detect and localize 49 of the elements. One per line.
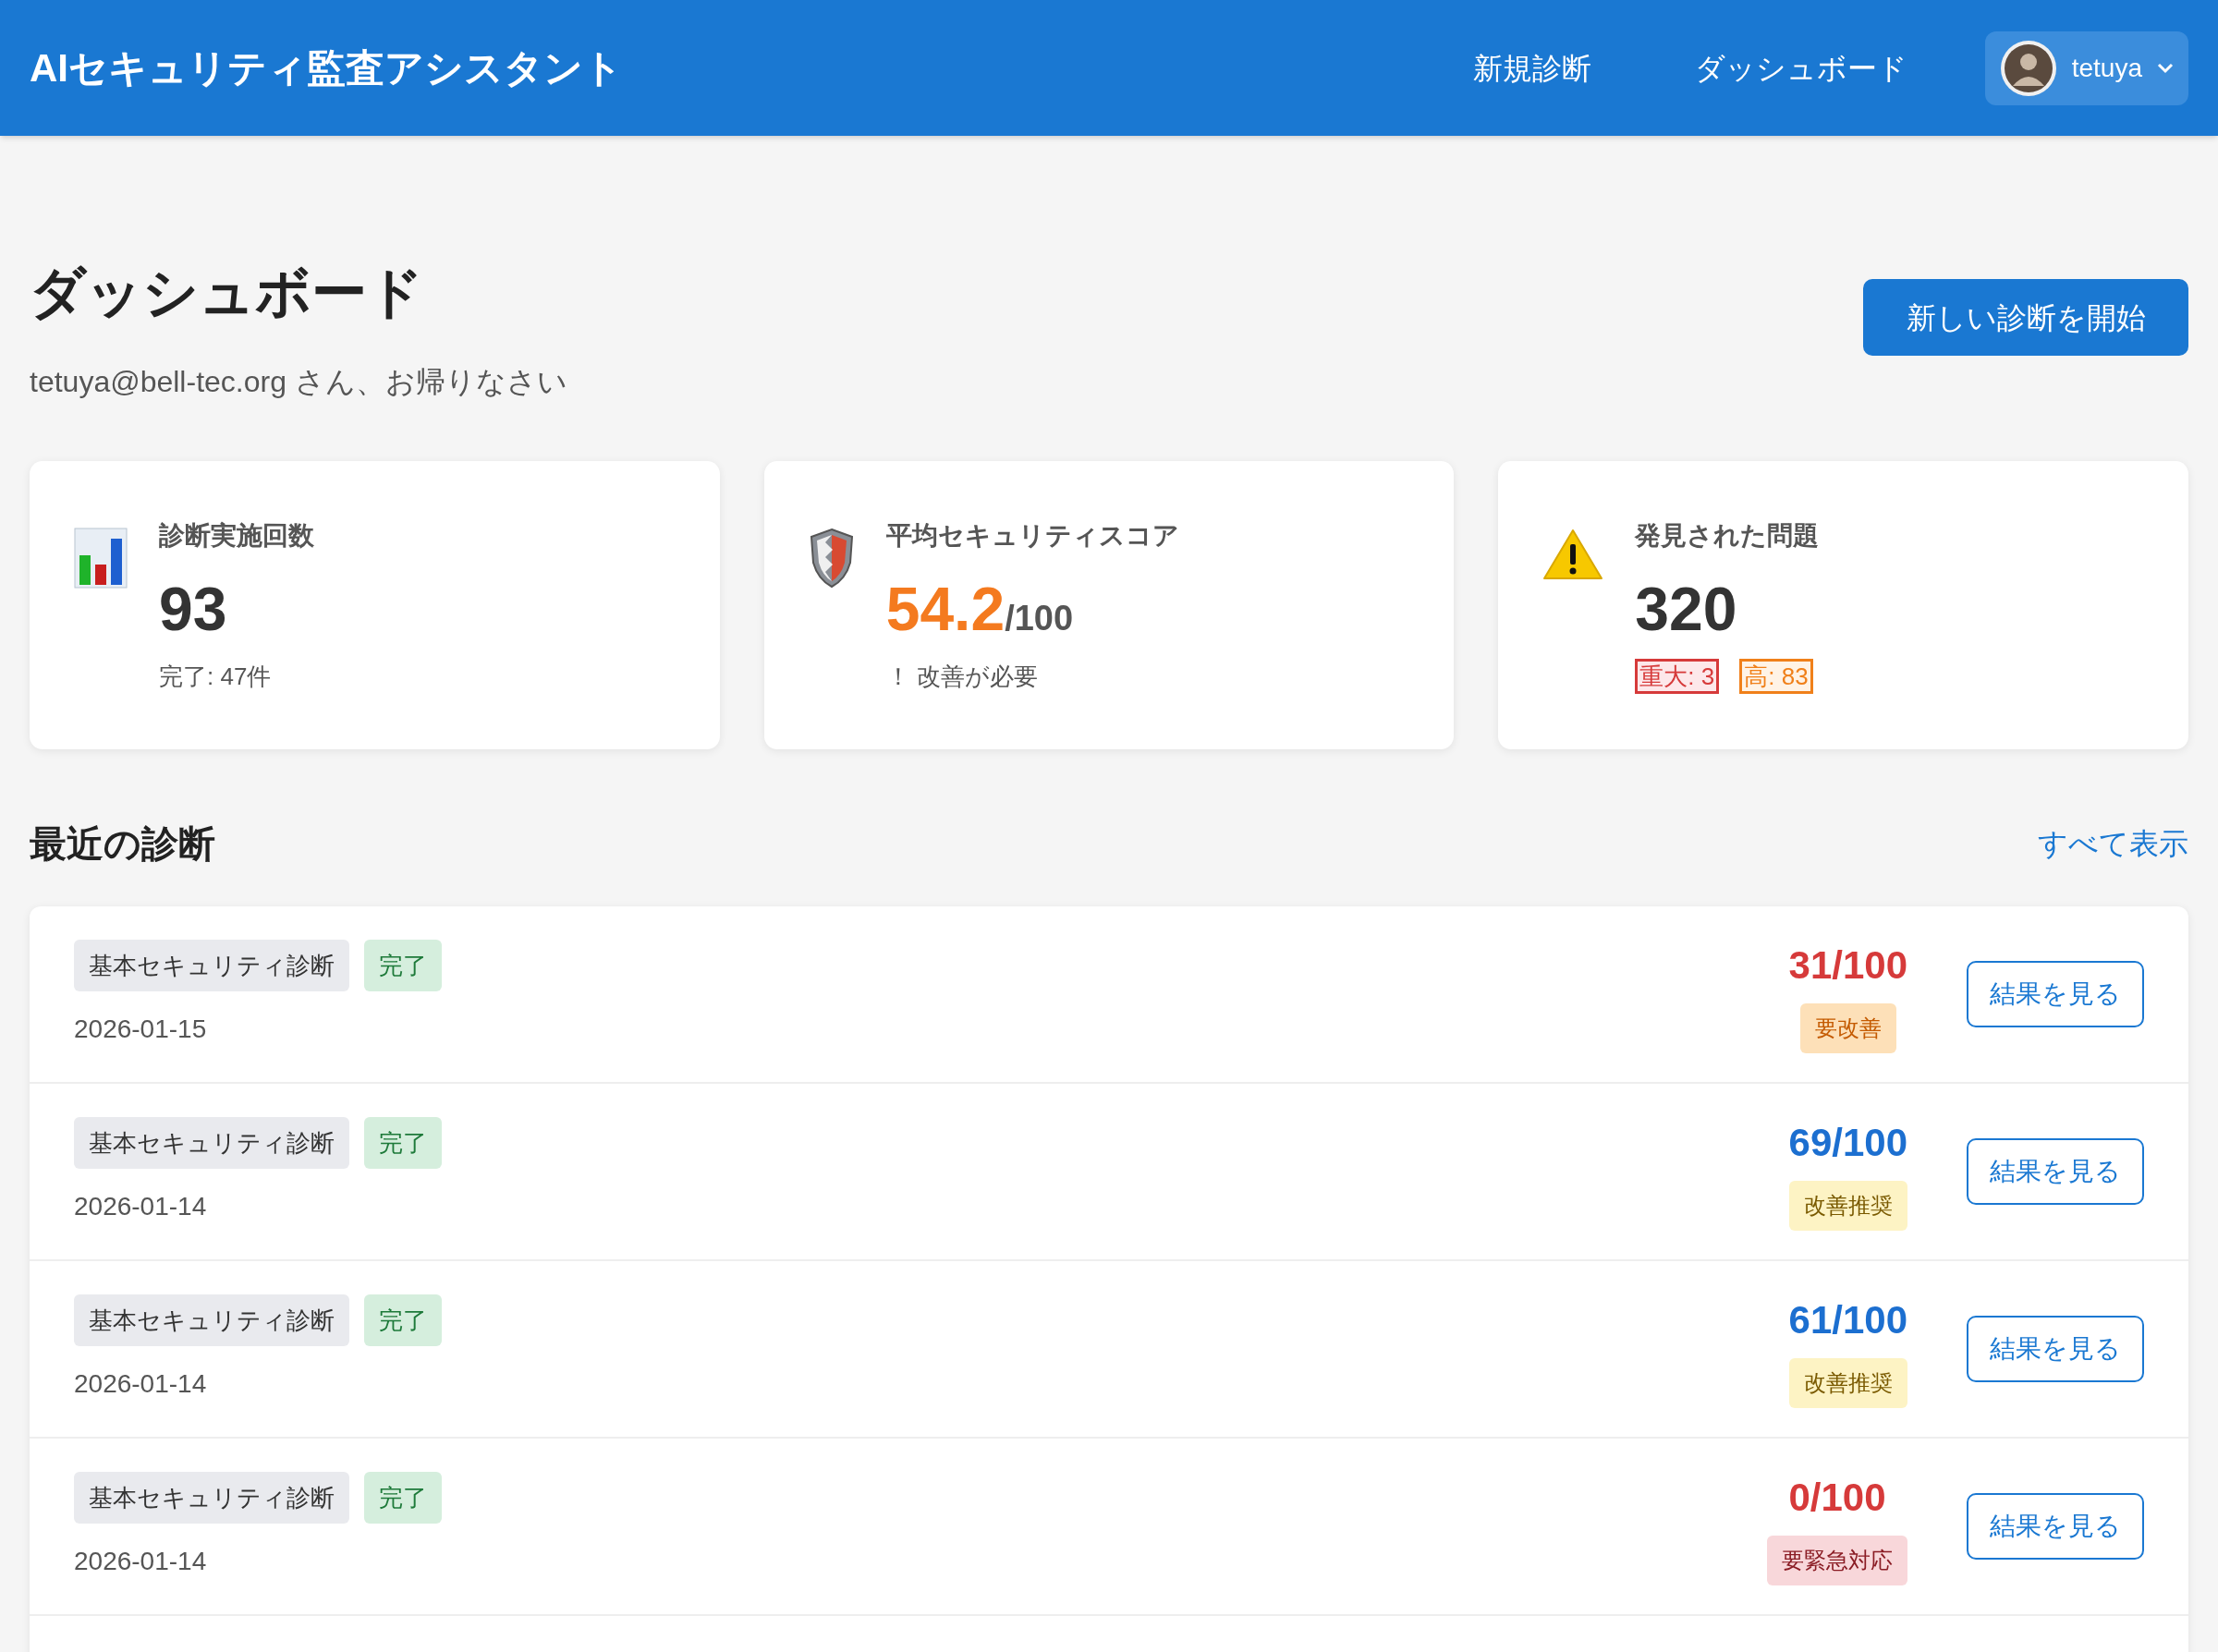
view-results-button[interactable]: 結果を見る: [1967, 1493, 2144, 1560]
stat-label: 平均セキュリティスコア: [885, 520, 1179, 552]
audit-date: 2026-01-15: [74, 1014, 208, 1045]
shield-icon: [808, 528, 855, 589]
new-audit-button[interactable]: 新しい診断を開始: [1863, 279, 2188, 356]
status-tag: 完了: [364, 1472, 442, 1524]
score-text: 69/100: [1788, 1119, 1907, 1166]
nav-link[interactable]: 新規診断: [1420, 45, 1643, 91]
verdict-tag: 要緊急対応: [1767, 1535, 1907, 1585]
type-tag: 基本セキュリティ診断: [74, 940, 349, 991]
verdict-tag: 改善推奨: [1788, 1357, 1907, 1408]
view-results-button[interactable]: 結果を見る: [1967, 1316, 2144, 1382]
view-all-link[interactable]: すべて表示: [2038, 821, 2188, 866]
verdict-tag: 要改善: [1799, 1002, 1896, 1053]
type-tag: 基本セキュリティ診断: [74, 1472, 349, 1524]
score-text: 31/100: [1788, 941, 1907, 989]
verdict-tag: 改善推奨: [1788, 1180, 1907, 1231]
nav-link[interactable]: ダッシュボード: [1642, 45, 1959, 91]
status-tag: 完了: [364, 940, 442, 991]
stat-label: 発見された問題: [1635, 520, 1820, 552]
issue-badge: 重大: 3: [1635, 659, 1720, 694]
app-title: AIセキュリティ監査アシスタント: [30, 45, 623, 91]
view-results-button[interactable]: 結果を見る: [1967, 961, 2144, 1027]
audit-date: 2026-01-14: [74, 1191, 208, 1222]
page-title: ダッシュボード: [30, 261, 424, 325]
status-tag: 完了: [364, 1294, 442, 1346]
section-title: 最近の診断: [30, 822, 215, 866]
greeting-text: tetuya@bell-tec.org さん、お帰りなさい: [30, 364, 567, 400]
avatar-icon: [1999, 39, 2057, 97]
status-tag: 完了: [364, 1117, 442, 1169]
stat-suffix: /100: [1005, 599, 1074, 639]
type-tag: 基本セキュリティ診断: [74, 1117, 349, 1169]
audit-date: 2026-01-14: [74, 1546, 208, 1577]
score-text: 61/100: [1788, 1296, 1907, 1343]
stat-note: 完了: 47件: [159, 662, 273, 692]
user-menu[interactable]: tetuya: [1984, 30, 2188, 105]
stat-label: 診断実施回数: [159, 520, 314, 552]
warning-icon: [1542, 528, 1604, 581]
type-tag: 基本セキュリティ診断: [74, 1294, 349, 1346]
stat-value: 93: [159, 574, 228, 645]
score-text: 0/100: [1788, 1474, 1886, 1521]
view-results-button[interactable]: 結果を見る: [1967, 1138, 2144, 1205]
chevron-down-icon: [2157, 62, 2174, 74]
audit-date: 2026-01-14: [74, 1368, 208, 1400]
stat-value: 320: [1635, 574, 1738, 645]
stat-value: 54.2: [885, 574, 1005, 645]
stat-note: ！ 改善が必要: [885, 662, 1039, 692]
bar-chart-icon: [74, 528, 128, 589]
issue-badge: 高: 83: [1739, 659, 1813, 694]
